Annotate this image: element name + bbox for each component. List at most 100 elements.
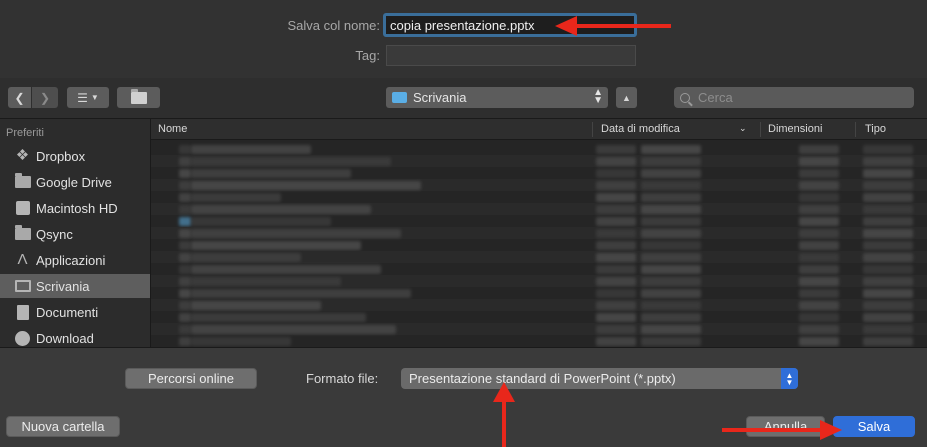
obscured-cell	[641, 157, 701, 166]
online-locations-button[interactable]: Percorsi online	[125, 368, 257, 389]
obscured-cell	[191, 205, 371, 214]
sidebar-item-label: Macintosh HD	[36, 200, 118, 216]
obscured-cell	[596, 313, 636, 322]
column-divider	[592, 122, 593, 137]
obscured-cell	[596, 145, 636, 154]
save-button[interactable]: Salva	[833, 416, 915, 437]
obscured-cell	[641, 253, 701, 262]
obscured-cell	[641, 289, 701, 298]
new-folder-button[interactable]: Nuova cartella	[6, 416, 120, 437]
sidebar-item-label: Google Drive	[36, 174, 112, 190]
obscured-cell	[596, 229, 636, 238]
sidebar-item-google-drive[interactable]: Google Drive	[0, 170, 150, 194]
obscured-cell	[596, 325, 636, 334]
file-row[interactable]	[151, 191, 927, 203]
obscured-cell	[191, 337, 291, 346]
file-row[interactable]	[151, 227, 927, 239]
file-list[interactable]: Nome Data di modifica ⌄ Dimensioni Tipo	[151, 119, 927, 347]
search-placeholder: Cerca	[698, 90, 733, 105]
obscured-cell	[179, 325, 191, 334]
tag-label: Tag:	[355, 48, 380, 63]
file-row[interactable]	[151, 239, 927, 251]
obscured-cell	[863, 169, 913, 178]
file-row[interactable]	[151, 263, 927, 275]
name-label: Salva col nome:	[287, 18, 381, 33]
obscured-cell	[863, 265, 913, 274]
obscured-cell	[641, 325, 701, 334]
file-row[interactable]	[151, 251, 927, 263]
obscured-cell	[641, 301, 701, 310]
obscured-cell	[179, 313, 191, 322]
sidebar-item-label: Dropbox	[36, 148, 86, 164]
obscured-cell	[641, 313, 701, 322]
obscured-cell	[799, 313, 839, 322]
disk-icon	[15, 201, 30, 215]
file-row[interactable]	[151, 323, 927, 335]
file-row[interactable]	[151, 155, 927, 167]
chevron-down-icon: ⌄	[739, 123, 747, 133]
obscured-cell	[863, 253, 913, 262]
file-row[interactable]	[151, 203, 927, 215]
file-format-select[interactable]: Presentazione standard di PowerPoint (*.…	[401, 368, 798, 389]
obscured-cell	[596, 277, 636, 286]
obscured-cell	[596, 217, 636, 226]
new-folder-icon	[130, 88, 147, 104]
file-row[interactable]	[151, 167, 927, 179]
sidebar-item-scrivania[interactable]: Scrivania	[0, 274, 150, 298]
obscured-cell	[799, 229, 839, 238]
sidebar-title: Preferiti	[6, 127, 44, 139]
obscured-cell	[863, 229, 913, 238]
obscured-cell	[799, 265, 839, 274]
view-mode-button[interactable]: ☰ ▼	[67, 87, 109, 108]
cancel-button[interactable]: Annulla	[746, 416, 825, 437]
obscured-cell	[179, 217, 191, 226]
file-row[interactable]	[151, 335, 927, 347]
sidebar-item-macintosh-hd[interactable]: Macintosh HD	[0, 196, 150, 220]
collapse-button[interactable]: ▲	[616, 87, 637, 108]
obscured-cell	[179, 229, 191, 238]
column-header-size[interactable]: Dimensioni	[768, 123, 822, 135]
file-row[interactable]	[151, 215, 927, 227]
column-header-name[interactable]: Nome	[158, 123, 187, 135]
desktop-icon	[14, 280, 31, 292]
obscured-cell	[799, 277, 839, 286]
obscured-cell	[596, 193, 636, 202]
sidebar-item-documenti[interactable]: Documenti	[0, 300, 150, 324]
file-row[interactable]	[151, 311, 927, 323]
obscured-cell	[596, 169, 636, 178]
save-form: Salva col nome: copia presentazione.pptx…	[0, 0, 927, 78]
updown-icon: ▲ ▼	[593, 87, 603, 106]
file-row[interactable]	[151, 179, 927, 191]
sidebar-item-label: Qsync	[36, 226, 73, 242]
forward-button[interactable]: ❯	[32, 87, 58, 108]
bottom-bar: Percorsi online Formato file: Presentazi…	[0, 347, 927, 447]
sidebar-item-applicazioni[interactable]: Λ Applicazioni	[0, 248, 150, 272]
obscured-cell	[863, 337, 913, 346]
sidebar: Preferiti ❖ Dropbox Google Drive Macinto…	[0, 119, 151, 347]
obscured-cell	[641, 229, 701, 238]
new-folder-icon-button[interactable]	[117, 87, 160, 108]
sidebar-item-qsync[interactable]: Qsync	[0, 222, 150, 246]
obscured-cell	[596, 253, 636, 262]
file-row[interactable]	[151, 275, 927, 287]
tag-input[interactable]	[386, 45, 636, 66]
obscured-cell	[596, 337, 636, 346]
format-value: Presentazione standard di PowerPoint (*.…	[409, 371, 676, 386]
obscured-cell	[641, 205, 701, 214]
file-row[interactable]	[151, 287, 927, 299]
sidebar-item-dropbox[interactable]: ❖ Dropbox	[0, 144, 150, 168]
search-input[interactable]: Cerca	[674, 87, 914, 108]
obscured-cell	[596, 301, 636, 310]
obscured-cell	[863, 289, 913, 298]
file-row[interactable]	[151, 299, 927, 311]
back-button[interactable]: ❮	[8, 87, 31, 108]
obscured-cell	[799, 289, 839, 298]
obscured-cell	[596, 181, 636, 190]
obscured-cell	[596, 205, 636, 214]
column-header-type[interactable]: Tipo	[865, 123, 886, 135]
folder-icon	[14, 173, 31, 188]
obscured-cell	[596, 265, 636, 274]
file-row[interactable]	[151, 143, 927, 155]
location-select[interactable]: Scrivania ▲ ▼	[386, 87, 608, 108]
column-header-date[interactable]: Data di modifica	[601, 123, 680, 135]
